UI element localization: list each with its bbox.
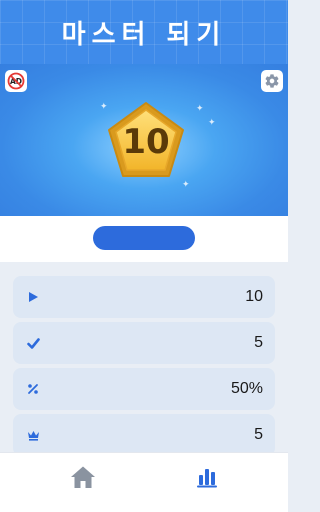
stat-row-games-won: 5: [13, 322, 275, 364]
sparkle-icon: ✦: [196, 103, 204, 113]
percent-icon: [26, 382, 40, 396]
level-badge: 10: [106, 100, 186, 182]
page-title: 마스터 되기: [61, 19, 227, 50]
stat-value: 50%: [230, 380, 263, 397]
stat-row-games-played: 10: [13, 276, 275, 318]
app-header: 마스터 되기: [0, 0, 288, 64]
stat-value: 5: [254, 426, 263, 443]
sparkle-icon: ✦: [208, 117, 216, 127]
remove-ads-button[interactable]: AD: [5, 70, 27, 92]
play-icon: [26, 290, 40, 304]
crown-icon: [26, 428, 40, 442]
settings-button[interactable]: [261, 70, 283, 92]
stat-value: 10: [245, 288, 263, 305]
profile-name-area: [0, 216, 288, 262]
no-ads-icon: AD: [7, 72, 25, 90]
profile-name-pill[interactable]: [93, 226, 195, 250]
check-icon: [26, 336, 40, 350]
stats-icon: [197, 469, 217, 488]
home-icon: [71, 466, 95, 488]
stat-value: 5: [254, 334, 263, 351]
nav-stats-button[interactable]: [193, 463, 221, 491]
level-hero: AD ✦ ✦ ✦ ✦ 10: [0, 64, 288, 216]
bottom-navigation: [0, 452, 288, 512]
nav-home-button[interactable]: [69, 463, 97, 491]
stat-row-best-streak: 5: [13, 414, 275, 456]
level-number: 10: [122, 122, 170, 162]
stat-row-win-rate: 50%: [13, 368, 275, 410]
stats-list: 10 5 50% 5: [0, 262, 288, 456]
gear-icon: [265, 74, 279, 88]
